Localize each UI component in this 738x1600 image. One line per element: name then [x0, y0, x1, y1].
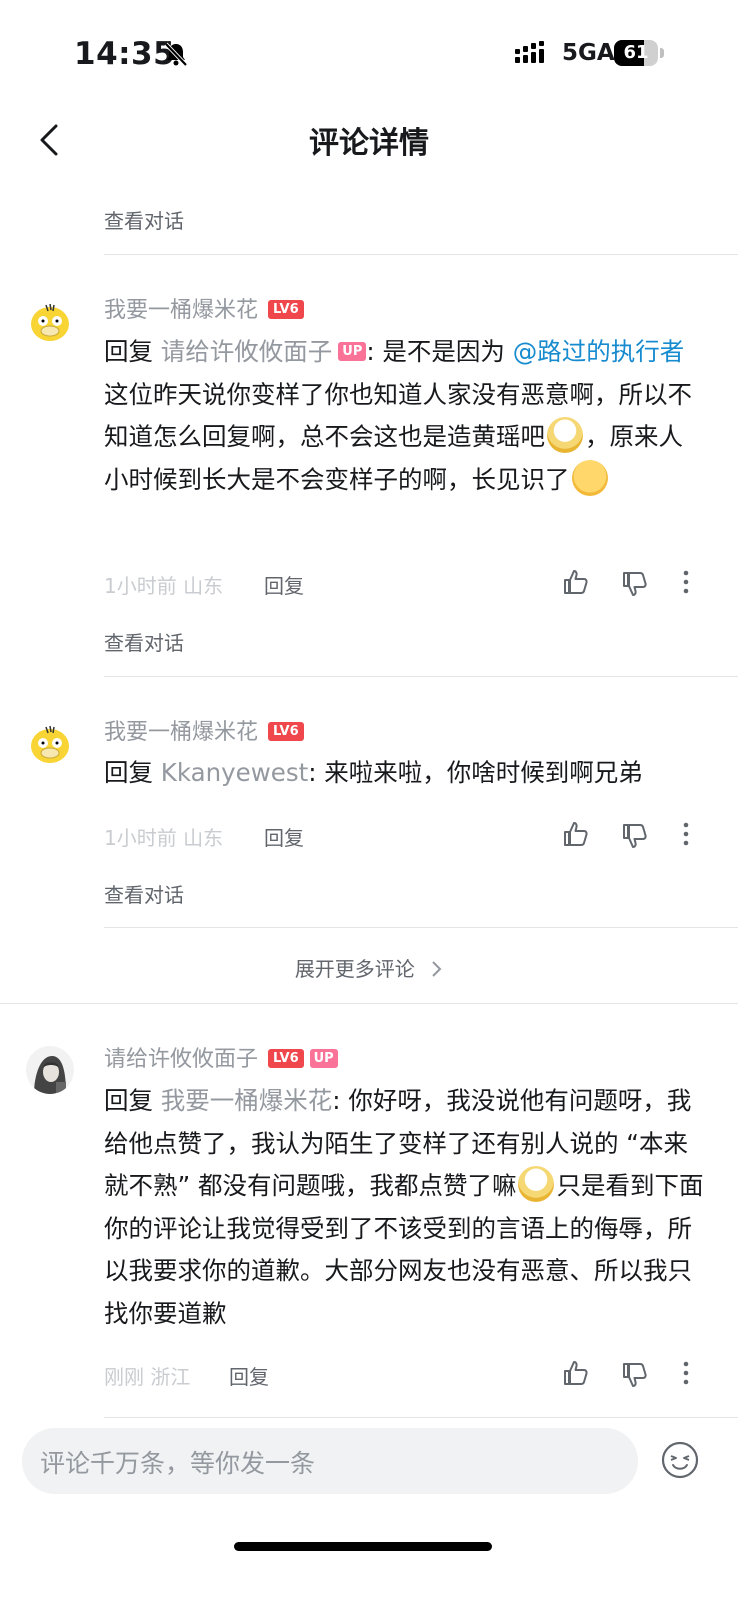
rice-bowl-emoji-icon [547, 417, 583, 453]
username-text[interactable]: 我要一桶爆米花 [104, 720, 258, 745]
comment-time: 1小时前 [104, 574, 177, 598]
home-indicator[interactable] [234, 1542, 492, 1551]
psyduck-avatar-icon [26, 297, 74, 345]
thumbs-down-icon[interactable] [620, 821, 650, 851]
comment-location: 山东 [183, 574, 224, 598]
reply-prefix: 回复 [104, 758, 161, 787]
level-badge: LV6 [268, 1048, 304, 1068]
reply-to-user[interactable]: 请给许攸攸面子 [161, 337, 333, 366]
more-options-icon[interactable] [671, 819, 701, 849]
psyduck-avatar-icon [26, 719, 74, 767]
avatar[interactable] [26, 297, 74, 345]
emoji-button-icon[interactable] [660, 1440, 700, 1480]
more-options-icon[interactable] [671, 567, 701, 597]
thumbs-up-icon[interactable] [561, 567, 591, 597]
up-badge: UP [309, 1048, 338, 1068]
reply-prefix: 回复 [104, 1086, 161, 1115]
thumbs-up-icon[interactable] [561, 1358, 591, 1388]
avatar[interactable] [26, 1046, 74, 1094]
thumbs-down-icon[interactable] [620, 569, 650, 599]
divider [104, 927, 738, 928]
avatar[interactable] [26, 719, 74, 767]
view-dialog-link[interactable]: 查看对话 [104, 627, 184, 656]
thumbs-down-icon[interactable] [620, 1360, 650, 1390]
smirk-face-emoji-icon [571, 459, 608, 496]
comment-location: 山东 [183, 826, 224, 850]
comment-text: : 来啦来啦，你啥时候到啊兄弟 [308, 758, 643, 787]
reply-button[interactable]: 回复 [264, 822, 304, 851]
comment-time: 刚刚 [104, 1365, 144, 1389]
username-text[interactable]: 请给许攸攸面子 [104, 1047, 258, 1072]
portrait-avatar-icon [26, 1046, 74, 1094]
comment-input-placeholder[interactable]: 评论千万条，等你发一条 [40, 1444, 315, 1480]
more-options-icon[interactable] [671, 1358, 701, 1388]
battery-icon: 61 [614, 40, 666, 66]
comment-location: 浙江 [150, 1365, 191, 1389]
divider [104, 676, 738, 677]
section-divider [0, 1003, 738, 1004]
reply-prefix: 回复 [104, 337, 161, 366]
battery-level: 61 [623, 42, 649, 63]
reply-button[interactable]: 回复 [264, 570, 304, 599]
divider [104, 1417, 738, 1418]
comment-meta: 刚刚 浙江 [104, 1361, 190, 1390]
network-type: 5GA [562, 40, 615, 66]
expand-more-comments[interactable]: 展开更多评论 [0, 953, 738, 982]
mention-link[interactable]: @路过的执行者 [513, 337, 685, 366]
comment-meta: 1小时前 山东 [104, 822, 223, 851]
up-badge: UP [338, 341, 367, 361]
level-badge: LV6 [268, 299, 304, 319]
signal-icon [515, 41, 544, 63]
comment-text: : 是不是因为 [366, 337, 513, 366]
thumbs-up-icon[interactable] [561, 819, 591, 849]
expand-more-label[interactable]: 展开更多评论 [295, 957, 415, 981]
bell-muted-icon [164, 42, 188, 67]
comment-time: 1小时前 [104, 826, 177, 850]
username-text[interactable]: 我要一桶爆米花 [104, 298, 258, 323]
comment-username[interactable]: 我要一桶爆米花 LV6 [104, 292, 304, 324]
page-title: 评论详情 [309, 126, 429, 161]
view-dialog-link[interactable]: 查看对话 [104, 879, 184, 908]
comment-username[interactable]: 请给许攸攸面子 LV6 UP [104, 1041, 338, 1073]
comment-body: 回复 请给许攸攸面子 UP: 是不是因为 @路过的执行者 这位昨天说你变样了你也知… [104, 331, 704, 501]
rice-bowl-emoji-icon [518, 1166, 555, 1202]
comment-body: 回复 我要一桶爆米花: 你好呀，我没说他有问题呀，我给他点赞了，我认为陌生了变样… [104, 1080, 704, 1335]
reply-button[interactable]: 回复 [229, 1361, 269, 1390]
comment-username[interactable]: 我要一桶爆米花 LV6 [104, 714, 304, 746]
divider [104, 254, 738, 255]
comment-meta: 1小时前 山东 [104, 570, 223, 599]
view-dialog-link[interactable]: 查看对话 [104, 205, 184, 234]
status-time: 14:35 [74, 36, 176, 72]
reply-to-user[interactable]: Kkanyewest [161, 758, 308, 787]
chevron-right-icon [432, 960, 442, 977]
reply-to-user[interactable]: 我要一桶爆米花 [161, 1086, 333, 1115]
comment-body: 回复 Kkanyewest: 来啦来啦，你啥时候到啊兄弟 [104, 752, 704, 795]
level-badge: LV6 [268, 721, 304, 741]
